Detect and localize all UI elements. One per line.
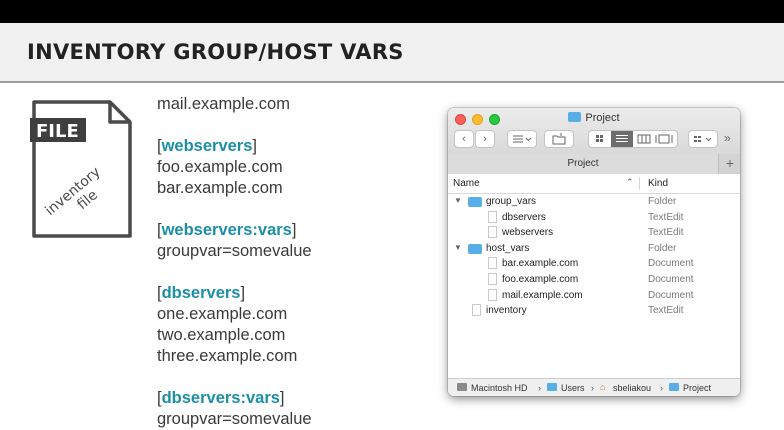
document-icon — [488, 226, 497, 239]
host-line: bar.example.com — [157, 179, 283, 197]
host-line: foo.example.com — [157, 158, 283, 176]
item-kind: TextEdit — [648, 227, 684, 239]
column-divider[interactable] — [639, 177, 640, 190]
arrange-button[interactable] — [507, 130, 537, 148]
group-icon — [694, 136, 712, 142]
file-row[interactable]: foo.example.com Document — [448, 272, 740, 288]
document-icon — [488, 210, 497, 223]
file-row[interactable]: bar.example.com Document — [448, 256, 740, 272]
column-name[interactable]: Name — [453, 178, 480, 189]
item-name: group_vars — [486, 196, 537, 207]
host-line: three.example.com — [157, 347, 298, 365]
path-bar: Macintosh HD › Users › ⌂ sbeliakou › Pro… — [448, 378, 740, 396]
folder-icon — [547, 383, 557, 391]
hard-drive-icon — [457, 383, 467, 391]
folder-icon — [568, 112, 582, 122]
group-header: [webservers] — [157, 137, 258, 155]
path-separator: › — [591, 383, 594, 393]
item-name: bar.example.com — [502, 258, 579, 270]
file-row[interactable]: inventory TextEdit — [448, 303, 740, 319]
tab-project[interactable]: Project — [448, 154, 719, 174]
slide-title: INVENTORY GROUP/HOST VARS — [27, 40, 404, 64]
disclosure-triangle-icon[interactable]: ▼ — [454, 196, 462, 205]
new-folder-button[interactable] — [544, 130, 574, 148]
group-name: webservers — [161, 137, 253, 155]
item-kind: Folder — [648, 196, 677, 207]
folder-icon — [669, 383, 679, 391]
group-header: [webservers:vars] — [157, 221, 297, 239]
group-header: [dbservers] — [157, 284, 246, 302]
item-name: foo.example.com — [502, 274, 579, 285]
path-separator: › — [538, 383, 541, 393]
finder-window[interactable]: Project ‹ › » Project + Name ⌃ Kind ▼ gr… — [448, 108, 740, 396]
slide-header: INVENTORY GROUP/HOST VARS — [0, 23, 784, 83]
sort-caret-icon: ⌃ — [626, 177, 634, 187]
folder-row[interactable]: ▼ host_vars Folder — [448, 241, 740, 257]
toolbar-overflow-button[interactable]: » — [724, 131, 731, 145]
column-header: Name ⌃ Kind — [448, 174, 740, 194]
top-black-bar — [0, 0, 784, 23]
new-tab-button[interactable]: + — [720, 154, 740, 174]
window-title: Project — [448, 112, 740, 124]
item-name: inventory — [486, 305, 527, 317]
file-icon-label: FILE — [36, 121, 79, 142]
item-kind: Folder — [648, 242, 677, 254]
file-row[interactable]: mail.example.com Document — [448, 288, 740, 304]
tab-bar: Project + — [448, 154, 740, 175]
inventory-listing: mail.example.com [webservers] foo.example.… — [157, 94, 312, 430]
item-kind: Document — [648, 274, 694, 285]
item-name: mail.example.com — [502, 289, 583, 301]
host-line: two.example.com — [157, 326, 286, 344]
item-kind: TextEdit — [648, 305, 684, 317]
group-header: [dbservers:vars] — [157, 389, 285, 407]
item-kind: TextEdit — [648, 211, 684, 223]
item-name: host_vars — [486, 242, 530, 254]
path-item[interactable]: Macintosh HD — [471, 383, 528, 393]
arrange-icon — [513, 135, 532, 143]
document-icon — [488, 288, 497, 301]
file-row[interactable]: webservers TextEdit — [448, 225, 740, 241]
group-button[interactable] — [688, 130, 718, 148]
disclosure-triangle-icon[interactable]: ▼ — [454, 243, 462, 252]
finder-titlebar: Project ‹ › » — [448, 108, 740, 155]
file-row[interactable]: dbservers TextEdit — [448, 210, 740, 226]
view-mode-control[interactable] — [588, 130, 678, 148]
new-folder-icon — [552, 133, 566, 145]
folder-icon — [468, 197, 482, 207]
item-name: webservers — [502, 227, 554, 239]
view-mode-icons — [596, 131, 673, 147]
folder-row[interactable]: ▼ group_vars Folder — [448, 194, 740, 210]
home-icon: ⌂ — [600, 382, 606, 392]
group-name: dbservers:vars — [161, 389, 280, 407]
document-icon — [472, 304, 481, 317]
file-icon: FILE inventory file — [30, 100, 132, 238]
path-item[interactable]: sbeliakou — [613, 383, 651, 393]
host-line: one.example.com — [157, 305, 288, 323]
host-line: groupvar=somevalue — [157, 242, 312, 260]
path-item[interactable]: Users — [561, 383, 585, 393]
back-button[interactable]: ‹ — [454, 130, 474, 148]
group-name: webservers:vars — [161, 221, 292, 239]
document-icon — [488, 257, 497, 270]
column-kind[interactable]: Kind — [648, 178, 668, 189]
path-separator: › — [660, 383, 663, 393]
host-line: mail.example.com — [157, 95, 290, 113]
forward-button[interactable]: › — [475, 130, 495, 148]
document-icon — [488, 273, 497, 285]
host-line: groupvar=somevalue — [157, 410, 312, 428]
item-kind: Document — [648, 289, 694, 301]
item-name: dbservers — [502, 211, 546, 223]
folder-icon — [468, 243, 482, 254]
group-name: dbservers — [161, 284, 241, 302]
item-kind: Document — [648, 258, 694, 270]
path-item[interactable]: Project — [683, 383, 711, 393]
